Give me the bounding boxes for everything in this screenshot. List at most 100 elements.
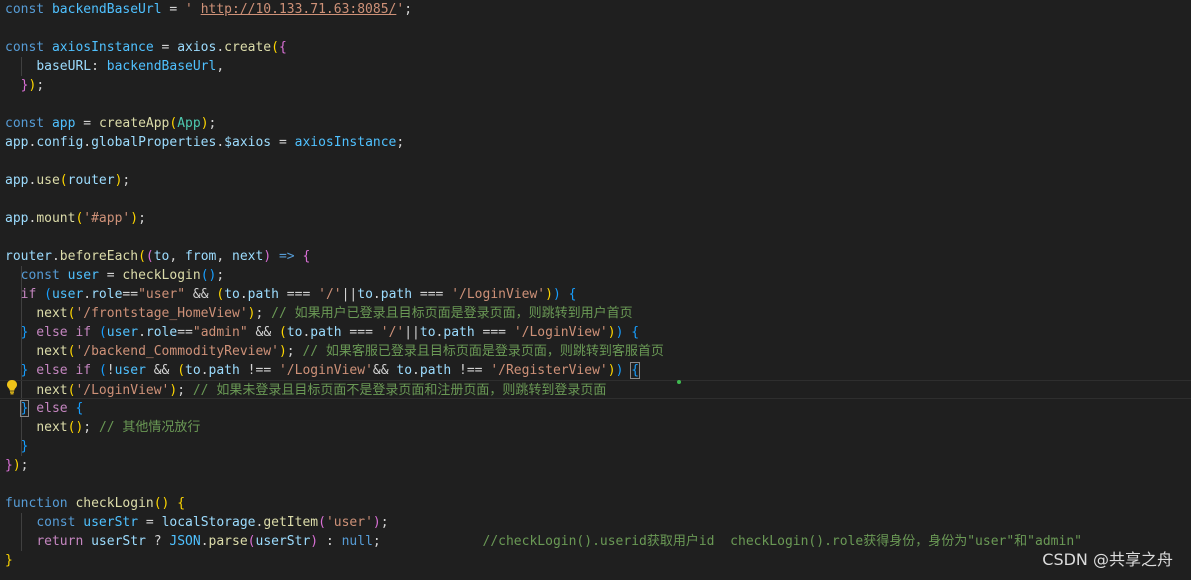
code-line[interactable]: [5, 19, 1191, 38]
code-line[interactable]: router.beforeEach((to, from, next) => {: [5, 247, 1191, 266]
code-token: axiosInstance: [51, 40, 154, 55]
code-token: ===: [278, 287, 319, 302]
code-line[interactable]: next('/backend_CommodityReview'); // 如果客…: [5, 342, 1191, 361]
code-token: ): [607, 325, 616, 340]
code-token: role: [145, 325, 178, 340]
code-token: next: [36, 344, 68, 359]
code-token: to: [153, 249, 170, 264]
code-token: //checkLogin().userid获取用户id checkLogin()…: [482, 534, 1082, 549]
code-token: ;: [286, 344, 303, 359]
code-line[interactable]: });: [5, 76, 1191, 95]
code-token: config: [36, 135, 84, 150]
code-token: role: [91, 287, 123, 302]
code-line[interactable]: } else {: [5, 399, 1191, 418]
code-token: "user": [138, 287, 186, 302]
code-token: else if: [28, 363, 99, 378]
code-token: path: [419, 363, 452, 378]
code-line[interactable]: if (user.role=="user" && (to.path === '/…: [5, 285, 1191, 304]
code-line[interactable]: const app = createApp(App);: [5, 114, 1191, 133]
code-token: to: [396, 363, 413, 378]
code-token: ): [278, 344, 287, 359]
code-line[interactable]: [5, 475, 1191, 494]
code-line[interactable]: next('/frontstage_HomeView'); // 如果用户已登录…: [5, 304, 1191, 323]
code-token: =: [271, 135, 295, 150]
code-line[interactable]: }: [5, 437, 1191, 456]
code-token: app: [51, 116, 76, 131]
code-token: ': [185, 2, 201, 17]
code-line[interactable]: const axiosInstance = axios.create({: [5, 38, 1191, 57]
code-token: const: [5, 116, 52, 131]
code-token: user: [114, 363, 146, 378]
code-token: backendBaseUrl: [51, 2, 162, 17]
code-token: ): [310, 534, 319, 549]
code-token: to: [357, 287, 373, 302]
lightbulb-icon[interactable]: [6, 379, 18, 395]
code-line[interactable]: [5, 95, 1191, 114]
code-token: path: [380, 287, 413, 302]
code-line[interactable]: } else if (!user && (to.path !== '/Login…: [5, 361, 1191, 380]
code-token: {: [75, 401, 84, 416]
code-line[interactable]: [5, 152, 1191, 171]
code-token: ;: [216, 268, 225, 283]
code-token: ,: [216, 249, 233, 264]
code-line[interactable]: function checkLogin() {: [5, 494, 1191, 513]
code-editor[interactable]: const backendBaseUrl = ' http://10.133.7…: [0, 0, 1191, 580]
code-line[interactable]: [5, 190, 1191, 209]
code-token: create: [224, 40, 272, 55]
code-token: $axios: [224, 135, 272, 150]
code-token: ): [372, 515, 381, 530]
code-line[interactable]: } else if (user.role=="admin" && (to.pat…: [5, 323, 1191, 342]
code-token: (: [216, 287, 225, 302]
code-line[interactable]: return userStr ? JSON.parse(userStr) : n…: [5, 532, 1191, 551]
code-token: ;: [372, 534, 483, 549]
code-line[interactable]: const user = checkLogin();: [5, 266, 1191, 285]
code-token: ): [200, 116, 209, 131]
code-token: .: [216, 40, 225, 55]
code-token: .: [83, 287, 92, 302]
code-token: (: [59, 173, 68, 188]
code-token: path: [247, 287, 279, 302]
code-token: {: [631, 325, 640, 340]
code-line[interactable]: app.config.globalProperties.$axios = axi…: [5, 133, 1191, 152]
code-line[interactable]: const backendBaseUrl = ' http://10.133.7…: [5, 0, 1191, 19]
code-token: to: [224, 287, 240, 302]
code-token: =: [98, 268, 123, 283]
code-token: // 如果未登录且目标页面不是登录页面和注册页面，则跳转到登录页面: [192, 383, 607, 398]
code-token: ;: [208, 116, 217, 131]
code-token: (: [177, 363, 186, 378]
code-token: user: [51, 287, 84, 302]
code-line[interactable]: }: [5, 551, 1191, 570]
code-line[interactable]: app.use(router);: [5, 171, 1191, 190]
watermark: CSDN @共享之舟: [1042, 550, 1173, 569]
code-line[interactable]: next('/LoginView'); // 如果未登录且目标页面不是登录页面和…: [0, 380, 1191, 399]
code-token: checkLogin: [75, 496, 154, 511]
code-line[interactable]: next(); // 其他情况放行: [5, 418, 1191, 437]
code-token: ===: [474, 325, 514, 340]
code-line[interactable]: const userStr = localStorage.getItem('us…: [5, 513, 1191, 532]
code-token: (): [200, 268, 217, 283]
code-token: checkLogin: [122, 268, 201, 283]
code-token: next: [36, 420, 68, 435]
code-line[interactable]: baseURL: backendBaseUrl,: [5, 57, 1191, 76]
code-token: (: [44, 287, 52, 302]
code-token: ;: [380, 515, 389, 530]
code-token: userStr: [255, 534, 311, 549]
code-line[interactable]: [5, 228, 1191, 247]
code-token: next: [36, 383, 68, 398]
code-token: const: [5, 40, 52, 55]
code-token: &&: [185, 287, 217, 302]
code-line[interactable]: app.mount('#app');: [5, 209, 1191, 228]
code-line[interactable]: });: [5, 456, 1191, 475]
code-token: http://10.133.71.63:8085/: [200, 2, 397, 17]
code-token: router: [5, 249, 52, 264]
code-token: .: [216, 135, 225, 150]
code-token: if: [20, 287, 45, 302]
code-token: =: [153, 40, 178, 55]
code-token: {: [630, 362, 641, 379]
